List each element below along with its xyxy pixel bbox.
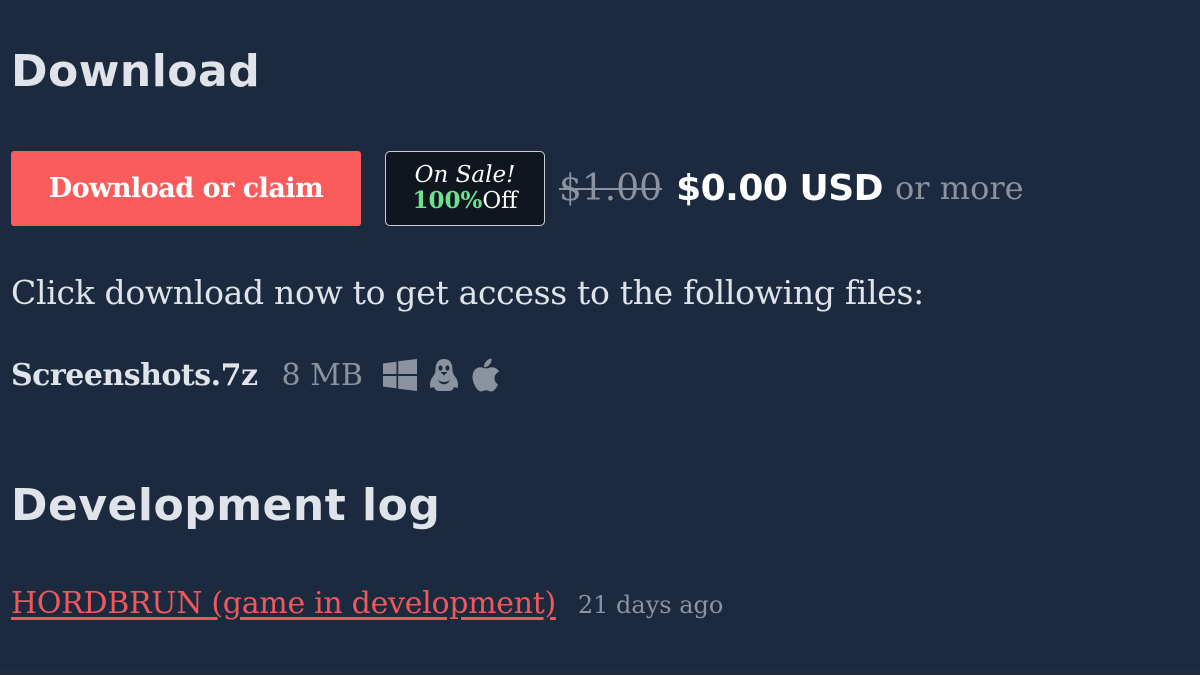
file-name: Screenshots.7z bbox=[11, 357, 258, 393]
windows-icon bbox=[382, 359, 417, 391]
sale-suffix: Off bbox=[482, 188, 518, 214]
sale-discount: 100%Off bbox=[412, 187, 518, 214]
download-or-claim-button[interactable]: Download or claim bbox=[11, 150, 361, 226]
file-size: 8 MB bbox=[281, 357, 363, 393]
original-price: $1.00 bbox=[559, 167, 663, 209]
devlog-post-time: 21 days ago bbox=[577, 591, 724, 619]
sale-percent: 100% bbox=[412, 187, 483, 214]
current-price: $0.00 USD bbox=[676, 167, 884, 209]
bottom-divider bbox=[0, 669, 1200, 675]
apple-icon bbox=[471, 358, 501, 392]
download-heading: Download bbox=[11, 46, 261, 97]
purchase-row: Download or claim On Sale! 100%Off $1.00… bbox=[11, 150, 1024, 226]
linux-icon bbox=[427, 358, 461, 392]
platform-icons bbox=[382, 358, 501, 392]
devlog-post: HORDBRUN (game in development) 21 days a… bbox=[11, 586, 723, 621]
sale-title: On Sale! bbox=[414, 161, 516, 188]
devlog-post-link[interactable]: HORDBRUN (game in development) bbox=[11, 586, 556, 621]
sale-badge: On Sale! 100%Off bbox=[385, 150, 545, 226]
devlog-heading: Development log bbox=[11, 480, 441, 531]
file-row: Screenshots.7z 8 MB bbox=[11, 352, 501, 398]
download-info-text: Click download now to get access to the … bbox=[11, 273, 924, 312]
price-or-more: or more bbox=[895, 169, 1024, 207]
